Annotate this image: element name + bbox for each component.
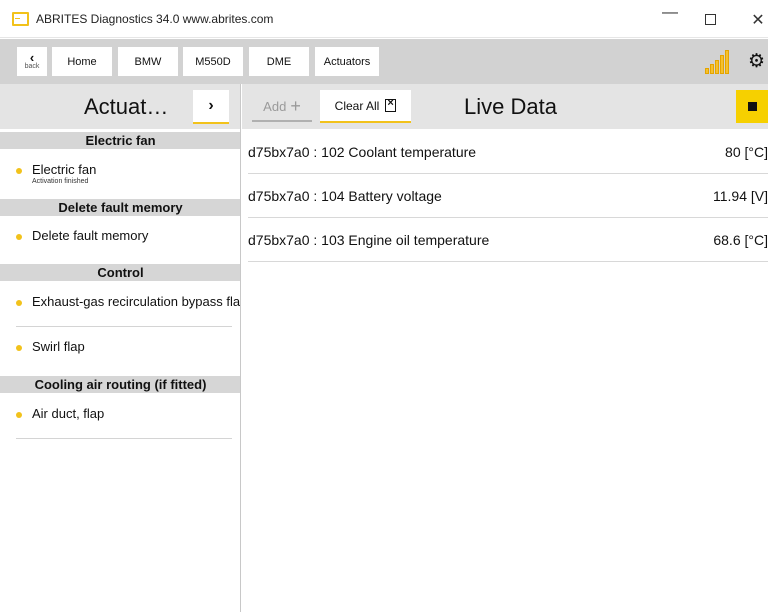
clear-document-icon xyxy=(385,97,397,112)
parameter-value: 68.6 [°C] xyxy=(713,232,768,248)
actuators-panel: Actuat… › Electric fan Electric fan Acti… xyxy=(0,84,241,612)
table-row: d75bx7a0 : 102 Coolant temperature 80 [°… xyxy=(248,130,768,174)
list-item-air-duct-flap[interactable]: Air duct, flap xyxy=(0,406,240,426)
crumb-actuators[interactable]: Actuators xyxy=(315,47,379,76)
parameter-name: d75bx7a0 : 104 Battery voltage xyxy=(248,188,442,204)
item-status: Activation finished xyxy=(32,178,89,185)
app-logo-icon xyxy=(12,12,29,26)
section-header-control: Control xyxy=(0,264,240,281)
table-row: d75bx7a0 : 104 Battery voltage 11.94 [V] xyxy=(248,174,768,218)
item-label: Electric fan xyxy=(32,162,97,177)
maximize-button[interactable] xyxy=(705,14,716,25)
list-item-swirl-flap[interactable]: Swirl flap xyxy=(0,339,240,359)
forward-button[interactable]: › xyxy=(193,90,229,124)
add-button[interactable]: Add + xyxy=(252,92,312,122)
section-header-electric-fan: Electric fan xyxy=(0,132,240,149)
breadcrumb: ‹ back Home BMW M550D DME Actuators ⚙ xyxy=(0,39,768,84)
clear-all-button[interactable]: Clear All xyxy=(320,90,411,123)
crumb-bmw[interactable]: BMW xyxy=(118,47,178,76)
actuators-header: Actuat… › xyxy=(0,84,240,129)
bullet-icon xyxy=(16,234,22,240)
list-item-delete-fault-memory[interactable]: Delete fault memory xyxy=(0,228,240,248)
bullet-icon xyxy=(16,168,22,174)
divider xyxy=(16,326,232,327)
table-row: d75bx7a0 : 103 Engine oil temperature 68… xyxy=(248,218,768,262)
signal-strength-icon xyxy=(705,50,733,74)
window-title-bar: ABRITES Diagnostics 34.0 www.abrites.com… xyxy=(0,0,768,38)
bullet-icon xyxy=(16,345,22,351)
section-header-cooling-air-routing: Cooling air routing (if fitted) xyxy=(0,376,240,393)
parameter-value: 80 [°C] xyxy=(725,144,768,160)
crumb-m550d[interactable]: M550D xyxy=(183,47,243,76)
stop-icon xyxy=(748,102,757,111)
plus-icon: + xyxy=(290,96,301,116)
item-label: Air duct, flap xyxy=(32,406,105,421)
crumb-dme[interactable]: DME xyxy=(249,47,309,76)
add-label: Add xyxy=(263,98,287,114)
list-item-egr-bypass-flap[interactable]: Exhaust-gas recirculation bypass flap xyxy=(0,294,241,314)
bullet-icon xyxy=(16,300,22,306)
settings-gear-icon[interactable]: ⚙ xyxy=(748,52,765,71)
window-title: ABRITES Diagnostics 34.0 www.abrites.com xyxy=(36,12,274,26)
section-header-delete-fault-memory: Delete fault memory xyxy=(0,199,240,216)
back-button[interactable]: ‹ back xyxy=(17,47,47,76)
parameter-value: 11.94 [V] xyxy=(712,188,768,204)
back-arrow-icon: ‹ xyxy=(29,50,35,65)
page-title: Live Data xyxy=(464,94,557,119)
list-item-electric-fan[interactable]: Electric fan Activation finished xyxy=(0,162,240,190)
stop-button[interactable] xyxy=(736,90,768,123)
divider xyxy=(16,438,232,439)
parameter-name: d75bx7a0 : 102 Coolant temperature xyxy=(248,144,477,160)
parameter-name: d75bx7a0 : 103 Engine oil temperature xyxy=(248,232,490,248)
bullet-icon xyxy=(16,412,22,418)
crumb-home[interactable]: Home xyxy=(52,47,112,76)
live-data-toolbar: Add + Clear All Live Data xyxy=(242,84,768,129)
panel-title: Actuat… xyxy=(84,94,169,119)
item-label: Exhaust-gas recirculation bypass flap xyxy=(32,294,241,309)
close-button[interactable]: ✕ xyxy=(748,10,768,30)
item-label: Delete fault memory xyxy=(32,228,149,243)
item-label: Swirl flap xyxy=(32,339,85,354)
clear-all-label: Clear All xyxy=(334,98,380,113)
back-label: back xyxy=(24,63,40,70)
minimize-button[interactable]: — xyxy=(660,4,680,22)
